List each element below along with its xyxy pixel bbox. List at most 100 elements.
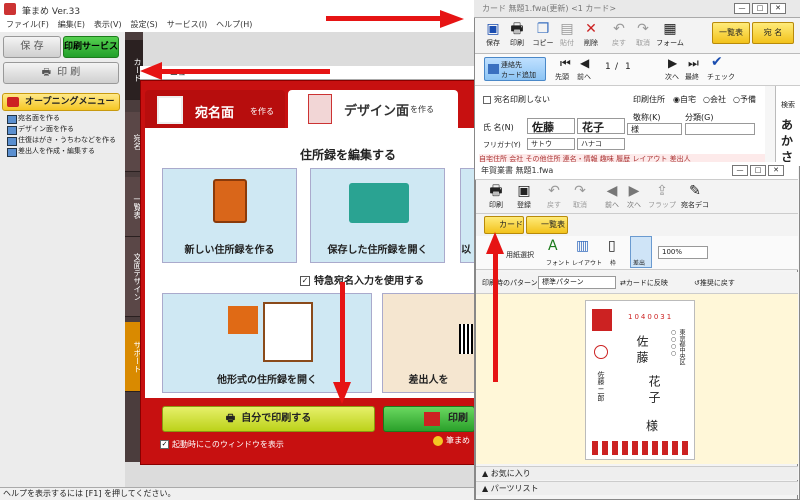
- tb-form-button[interactable]: ▦ フォーム: [655, 20, 685, 48]
- nav-prev-label: 前へ: [577, 73, 591, 81]
- ng-next-button[interactable]: ▶ 次へ: [622, 182, 646, 210]
- startup-checkbox[interactable]: ✓ 起動時にこのウィンドウを表示: [160, 439, 284, 450]
- print-service-button-2[interactable]: 印刷: [383, 406, 475, 432]
- open-address-book-card[interactable]: 保存した住所録を開く: [310, 168, 445, 263]
- tb-undo-button[interactable]: ↶ 戻す: [607, 20, 631, 48]
- footer-link[interactable]: 筆まめ: [433, 435, 470, 446]
- minimize-icon[interactable]: —: [732, 165, 748, 176]
- open-address-book-label: 保存した住所録を開く: [327, 245, 428, 256]
- tb-print-button[interactable]: 🖶 印刷: [505, 20, 529, 48]
- third-option-card[interactable]: 以: [460, 168, 475, 263]
- print-button[interactable]: 🖶 印 刷: [3, 62, 119, 84]
- tb-cancel-label: 取消: [636, 39, 650, 47]
- print-service-button[interactable]: 印刷サービス: [63, 36, 119, 58]
- kana-ka[interactable]: か: [781, 132, 793, 149]
- check-icon[interactable]: ✔: [711, 54, 723, 70]
- add-card-button[interactable]: 連絡先 カード追加: [484, 57, 546, 81]
- tab-address-side[interactable]: 宛名面 を作る: [145, 90, 285, 128]
- ng-prev-button[interactable]: ◀ 前へ: [600, 182, 624, 210]
- honorific-select[interactable]: 様: [627, 123, 682, 135]
- paste-icon: ▤: [560, 21, 574, 37]
- ng-undo-button[interactable]: ↶ 戻す: [542, 182, 566, 210]
- opening-menu-item[interactable]: 住復はがき・うちわなどを作る: [4, 135, 122, 146]
- opening-menu-item[interactable]: 宛名面を作る: [4, 113, 122, 124]
- ng-deco-button[interactable]: ✎ 宛名デコ: [678, 182, 712, 210]
- special-input-checkbox[interactable]: ✓ 特急宛名入力を使用する: [300, 272, 424, 287]
- maximize-icon[interactable]: □: [750, 165, 766, 176]
- paper-select-label[interactable]: 用紙選択: [506, 250, 534, 260]
- address-view-button[interactable]: 宛 名: [752, 22, 794, 44]
- first-icon[interactable]: ⏮: [560, 56, 571, 71]
- next-icon[interactable]: ▶: [668, 56, 677, 70]
- ng-deco-label: 宛名デコ: [681, 201, 709, 209]
- recipient-first-name: 花 子: [647, 375, 661, 403]
- tab-design-side[interactable]: デザイン面 を作る: [288, 90, 458, 128]
- first-name-field[interactable]: 花子: [577, 118, 625, 134]
- postcard-preview[interactable]: 1040031 東京都中央区 ○○○○ 佐 藤 花 子 様 佐藤 二郎: [585, 300, 695, 460]
- arrow-head-down: [333, 382, 351, 404]
- furigana-last-field[interactable]: サトウ: [527, 138, 575, 150]
- arrow-head-up: [486, 232, 504, 254]
- minimize-icon[interactable]: —: [734, 3, 750, 14]
- tb-delete-button[interactable]: ✕ 削除: [579, 20, 603, 48]
- form-icon: ▦: [663, 21, 677, 37]
- parts-list-panel[interactable]: ▲ パーツリスト: [476, 481, 798, 495]
- frame-icon[interactable]: ▯: [608, 238, 616, 254]
- close-icon[interactable]: ✕: [768, 165, 784, 176]
- opening-menu-item[interactable]: デザイン面を作る: [4, 124, 122, 135]
- radio-spare[interactable]: ○予備: [733, 94, 756, 105]
- last-icon[interactable]: ⏭: [688, 56, 699, 71]
- list-view-button[interactable]: 一覧表: [712, 22, 750, 44]
- reflect-button[interactable]: ⇄カードに反映: [620, 278, 668, 288]
- prev-icon[interactable]: ◀: [580, 56, 589, 70]
- last-name-field[interactable]: 佐藤: [527, 118, 575, 134]
- menu-settings[interactable]: 設定(S): [130, 19, 157, 30]
- opening-menu-header[interactable]: オープニングメニュー: [2, 93, 120, 111]
- menu-edit[interactable]: 編集(E): [58, 19, 85, 30]
- zoom-select[interactable]: 100%: [658, 246, 708, 259]
- menu-help[interactable]: ヘルプ(H): [216, 19, 252, 30]
- kana-a[interactable]: あ: [781, 116, 793, 133]
- pattern-select[interactable]: 標準パターン: [538, 276, 616, 289]
- ng-print-label: 印刷: [489, 201, 503, 209]
- print-service-label-2: 印刷: [448, 413, 468, 424]
- maximize-icon[interactable]: □: [752, 3, 768, 14]
- radio-company[interactable]: ○会社: [703, 94, 726, 105]
- menu-service[interactable]: サービス(I): [167, 19, 208, 30]
- furigana-first-field[interactable]: ハナコ: [577, 138, 625, 150]
- close-icon[interactable]: ✕: [770, 3, 786, 14]
- ng-flap-button[interactable]: ⇪ フラップ: [648, 182, 676, 210]
- layout-label: レイアウト: [572, 260, 603, 267]
- self-print-button[interactable]: 🖶 自分で印刷する: [162, 406, 375, 432]
- sender-card[interactable]: 差出人を: [382, 293, 475, 393]
- tb-paste-button[interactable]: ▤ 貼付: [555, 20, 579, 48]
- tb-cancel-button[interactable]: ↷ 取消: [631, 20, 655, 48]
- font-icon[interactable]: A: [548, 238, 558, 254]
- tb-save-button[interactable]: ▣ 保存: [481, 20, 505, 48]
- ng-print-button[interactable]: 🖶 印刷: [484, 182, 508, 210]
- tb-copy-button[interactable]: ❐ コピー: [531, 20, 555, 48]
- radio-home[interactable]: ◉自宅: [673, 94, 696, 105]
- tab-design-sub: を作る: [410, 105, 434, 114]
- layout-icon[interactable]: ▥: [576, 238, 589, 254]
- menu-file[interactable]: ファイル(F): [6, 19, 49, 30]
- new-address-book-card[interactable]: 新しい住所録を作る: [162, 168, 297, 263]
- save-button[interactable]: 保 存: [3, 36, 61, 58]
- favorites-panel[interactable]: ▲ お気に入り: [476, 466, 798, 480]
- ng-tab-list[interactable]: 一覧表: [526, 216, 568, 234]
- favorites-label: お気に入り: [490, 469, 531, 478]
- tb-print-label: 印刷: [510, 39, 524, 47]
- opening-menu-item[interactable]: 差出人を作成・編集する: [4, 146, 122, 157]
- ng-register-button[interactable]: ▣ 登録: [512, 182, 536, 210]
- radio-company-label: 会社: [709, 95, 726, 104]
- menu-view[interactable]: 表示(V): [94, 19, 122, 30]
- recommend-button[interactable]: ↺推奨に戻す: [694, 278, 735, 288]
- copy-icon: ❐: [536, 21, 550, 37]
- category-select[interactable]: [685, 123, 755, 135]
- ng-cancel-button[interactable]: ↷ 取消: [568, 182, 592, 210]
- recipient-last-name: 佐 藤: [635, 335, 649, 363]
- address-book-heading: 住所録を編集する: [300, 148, 397, 162]
- radio-home-label: 自宅: [679, 95, 696, 104]
- no-print-checkbox[interactable]: 宛名印刷しない: [483, 94, 550, 105]
- add-card-label-2: カード追加: [501, 71, 536, 79]
